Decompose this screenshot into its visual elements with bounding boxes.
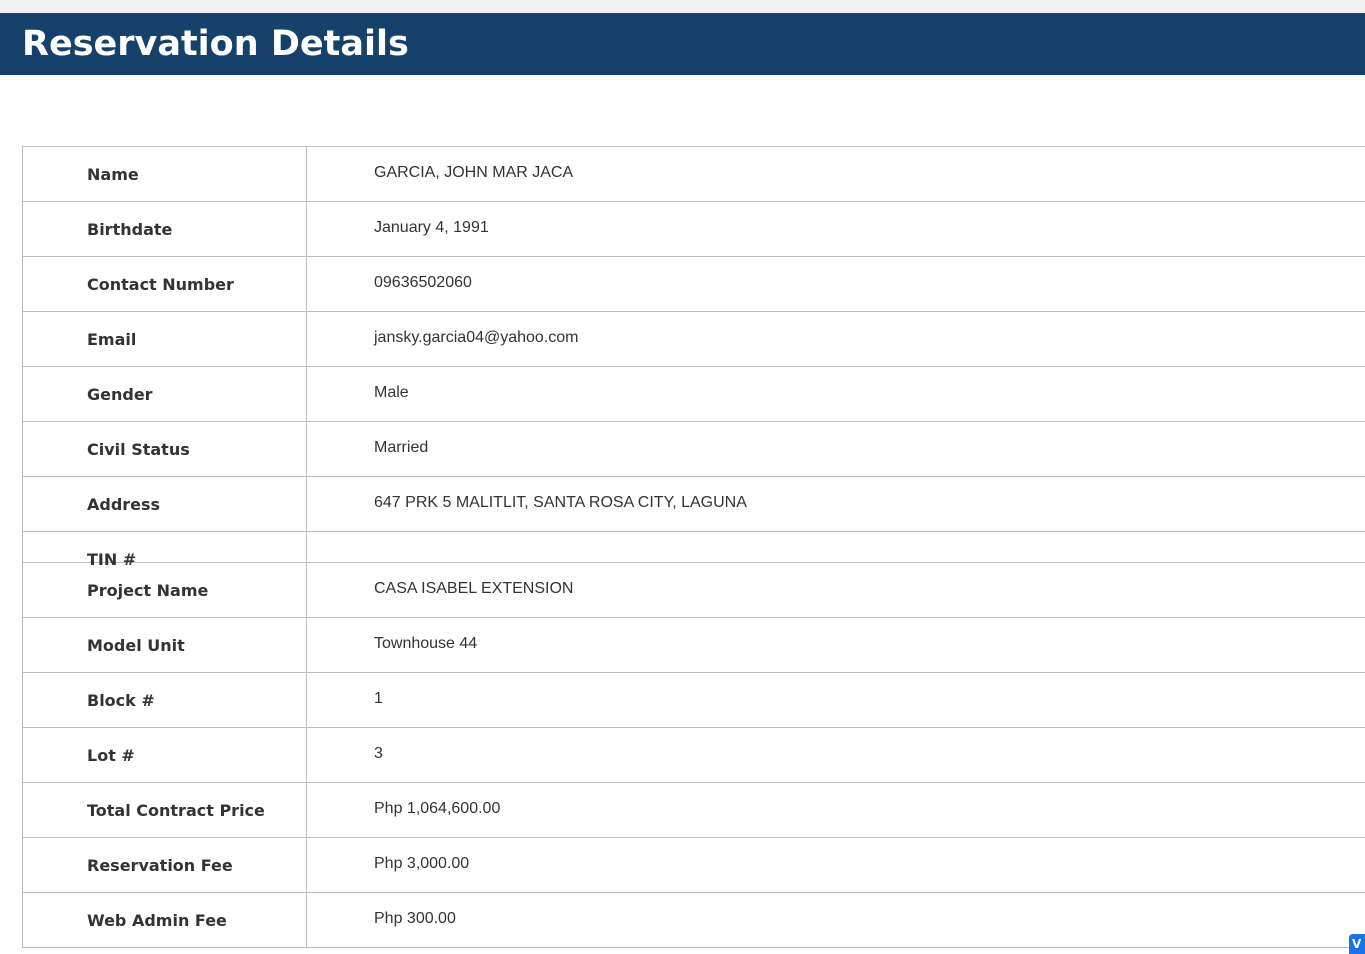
table-row-address: Address 647 PRK 5 MALITLIT, SANTA ROSA C…	[22, 477, 1365, 532]
field-value-reservation-fee: Php 3,000.00	[374, 855, 470, 872]
field-label-gender: Gender	[87, 385, 153, 404]
table-row-total-contract-price: Total Contract Price Php 1,064,600.00	[22, 783, 1365, 838]
field-value-project-name: CASA ISABEL EXTENSION	[374, 580, 574, 597]
field-label-project-name: Project Name	[87, 581, 209, 600]
field-label-web-admin-fee: Web Admin Fee	[87, 911, 227, 930]
label-cell	[22, 532, 307, 562]
field-value-gender: Male	[374, 384, 409, 401]
page-header: Reservation Details	[0, 13, 1365, 75]
field-value-name: GARCIA, JOHN MAR JACA	[374, 164, 574, 181]
label-cell	[22, 673, 307, 727]
field-label-block: Block #	[87, 691, 155, 710]
table-row-reservation-fee: Reservation Fee Php 3,000.00	[22, 838, 1365, 893]
field-value-birthdate: January 4, 1991	[374, 219, 489, 236]
field-label-total-contract-price: Total Contract Price	[87, 801, 265, 820]
label-cell	[22, 477, 307, 531]
field-value-email: jansky.garcia04@yahoo.com	[374, 329, 579, 346]
field-label-address: Address	[87, 495, 161, 514]
reservation-details-table: Name GARCIA, JOHN MAR JACA Birthdate Jan…	[22, 146, 1365, 948]
table-row-web-admin-fee: Web Admin Fee Php 300.00	[22, 893, 1365, 948]
table-row-email: Email jansky.garcia04@yahoo.com	[22, 312, 1365, 367]
table-row-contact-number: Contact Number 09636502060	[22, 257, 1365, 312]
table-row-name: Name GARCIA, JOHN MAR JACA	[22, 147, 1365, 202]
table-row-lot: Lot # 3	[22, 728, 1365, 783]
field-label-contact-number: Contact Number	[87, 275, 234, 294]
table-row-civil-status: Civil Status Married	[22, 422, 1365, 477]
field-label-email: Email	[87, 330, 137, 349]
field-label-reservation-fee: Reservation Fee	[87, 856, 233, 875]
field-label-lot: Lot #	[87, 746, 135, 765]
field-label-birthdate: Birthdate	[87, 220, 173, 239]
table-row-birthdate: Birthdate January 4, 1991	[22, 202, 1365, 257]
field-value-total-contract-price: Php 1,064,600.00	[374, 800, 501, 817]
field-value-contact-number: 09636502060	[374, 274, 472, 291]
label-cell	[22, 147, 307, 201]
field-label-civil-status: Civil Status	[87, 440, 190, 459]
page-title: Reservation Details	[22, 24, 409, 64]
label-cell	[22, 367, 307, 421]
browser-top-strip	[0, 0, 1365, 13]
chat-widget-icon[interactable]: V	[1349, 934, 1365, 954]
table-row-tin: TIN #	[22, 532, 1365, 569]
table-row-gender: Gender Male	[22, 367, 1365, 422]
field-value-address: 647 PRK 5 MALITLIT, SANTA ROSA CITY, LAG…	[374, 494, 747, 511]
label-cell	[22, 312, 307, 366]
table-row-model-unit: Model Unit Townhouse 44	[22, 618, 1365, 673]
field-value-lot: 3	[374, 745, 383, 762]
field-value-civil-status: Married	[374, 439, 429, 456]
table-row-block: Block # 1	[22, 673, 1365, 728]
field-value-model-unit: Townhouse 44	[374, 635, 478, 652]
field-value-web-admin-fee: Php 300.00	[374, 910, 456, 927]
field-label-name: Name	[87, 165, 139, 184]
table-row-project-name: Project Name CASA ISABEL EXTENSION	[22, 563, 1365, 618]
label-cell	[22, 728, 307, 782]
field-label-model-unit: Model Unit	[87, 636, 185, 655]
field-value-block: 1	[374, 690, 383, 707]
